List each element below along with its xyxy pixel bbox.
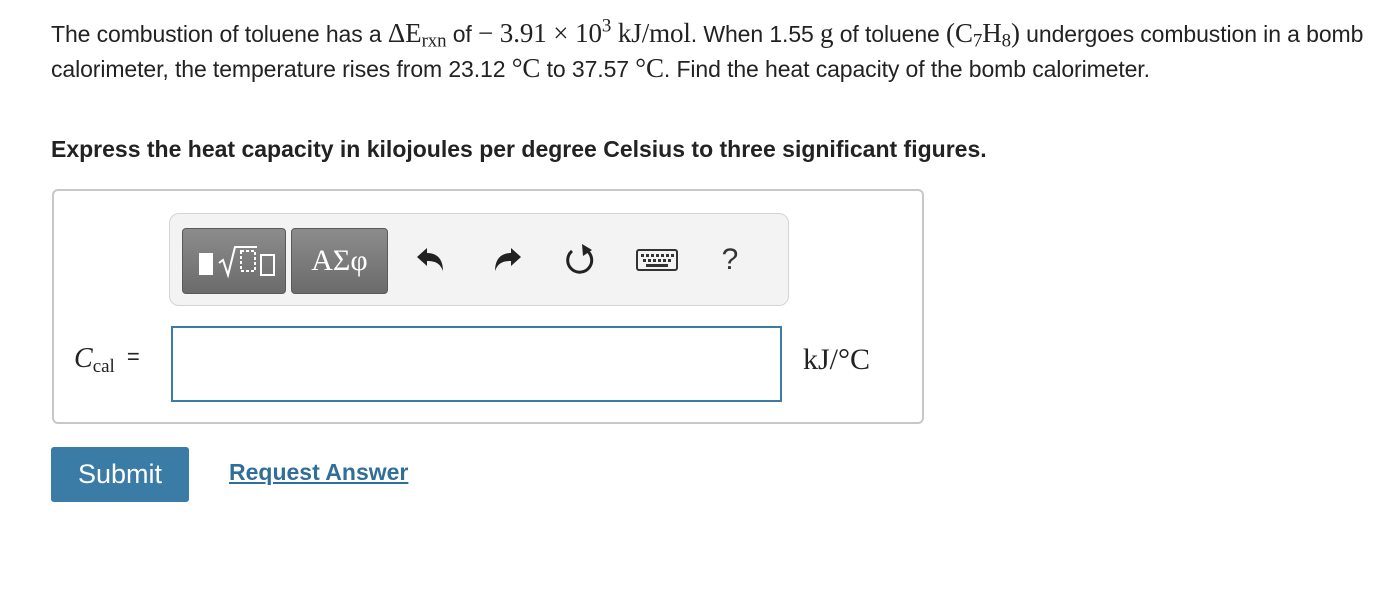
reset-icon[interactable]: [560, 240, 600, 280]
redo-icon[interactable]: [488, 240, 528, 280]
problem-text: . When 1.55: [690, 21, 821, 47]
math-toolbar: ΑΣφ ?: [169, 213, 789, 306]
answer-label: Ccal =: [74, 343, 140, 378]
equals-sign: =: [126, 344, 140, 369]
mass-unit: g: [820, 18, 834, 48]
delta-e-symbol: ΔErxn: [387, 18, 447, 52]
problem-text: . Find the heat capacity of the bomb cal…: [663, 56, 1150, 82]
templates-icon: [199, 246, 275, 279]
instruction-text: Express the heat capacity in kilojoules …: [51, 136, 987, 162]
undo-icon[interactable]: [410, 240, 450, 280]
answer-panel: ΑΣφ ? Ccal = kJ/°C: [52, 189, 924, 424]
templates-button[interactable]: [182, 228, 286, 294]
answer-label-subscript: cal: [92, 356, 115, 377]
problem-text: of toluene: [833, 21, 947, 47]
problem-text: to 37.57: [540, 56, 636, 82]
enthalpy-value: − 3.91 × 103 kJ/mol: [478, 15, 691, 48]
greek-symbols-button[interactable]: ΑΣφ: [291, 228, 388, 294]
problem-text: of: [446, 21, 479, 47]
degree-celsius: °C: [511, 53, 541, 83]
request-answer-link[interactable]: Request Answer: [229, 459, 408, 486]
toluene-formula: (C7H8): [946, 18, 1020, 52]
help-icon[interactable]: ?: [710, 240, 750, 280]
answer-units: kJ/°C: [803, 343, 871, 376]
answer-input[interactable]: [171, 326, 782, 402]
problem-statement: The combustion of toluene has a ΔErxn of…: [51, 16, 1371, 86]
answer-label-variable: C: [74, 343, 93, 374]
problem-text: The combustion of toluene has a: [51, 21, 388, 47]
submit-button[interactable]: Submit: [51, 447, 189, 502]
keyboard-icon[interactable]: [635, 240, 679, 280]
degree-celsius: °C: [635, 53, 664, 83]
